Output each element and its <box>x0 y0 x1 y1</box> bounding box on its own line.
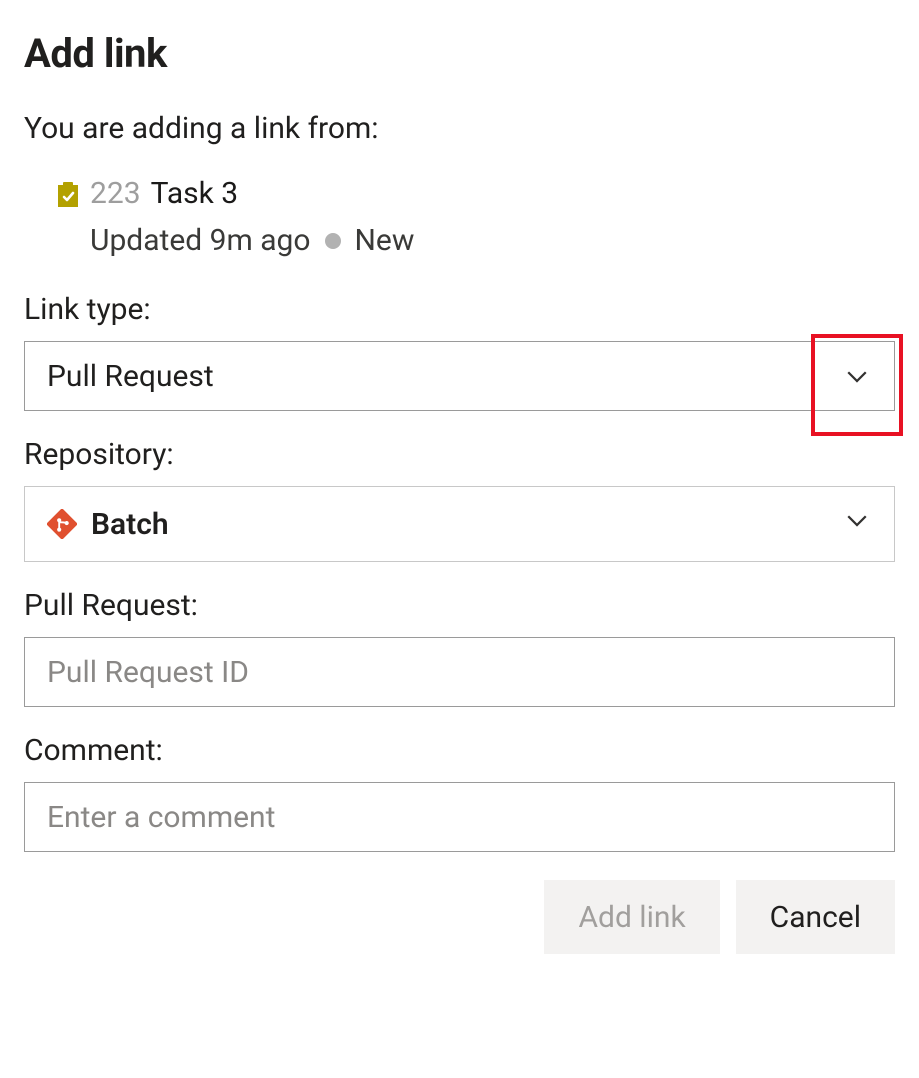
task-icon <box>56 180 80 208</box>
work-item-id: 223 <box>90 174 141 213</box>
repository-value: Batch <box>91 507 169 542</box>
comment-label: Comment: <box>24 733 895 768</box>
chevron-down-icon <box>842 361 872 391</box>
repository-select[interactable]: Batch <box>24 486 895 562</box>
link-type-field: Link type: Pull Request <box>24 292 895 411</box>
chevron-down-icon <box>842 505 872 543</box>
work-item-name: Task 3 <box>151 174 239 213</box>
comment-field: Comment: <box>24 733 895 852</box>
dialog-title: Add link <box>24 30 895 77</box>
add-link-button[interactable]: Add link <box>544 880 719 954</box>
pull-request-input[interactable] <box>24 637 895 707</box>
pull-request-label: Pull Request: <box>24 588 895 623</box>
dialog-buttons: Add link Cancel <box>24 880 895 954</box>
link-type-select[interactable]: Pull Request <box>24 341 895 411</box>
lead-text: You are adding a link from: <box>24 111 895 146</box>
link-type-label: Link type: <box>24 292 895 327</box>
work-item-state: New <box>355 223 415 258</box>
repository-label: Repository: <box>24 437 895 472</box>
work-item-updated: Updated 9m ago <box>90 223 311 258</box>
link-type-value: Pull Request <box>47 359 214 394</box>
work-item-summary: 223 Task 3 Updated 9m ago New <box>24 174 895 258</box>
comment-input[interactable] <box>24 782 895 852</box>
cancel-button[interactable]: Cancel <box>736 880 895 954</box>
repository-field: Repository: Batch <box>24 437 895 562</box>
git-repo-icon <box>47 509 77 539</box>
add-link-dialog: Add link You are adding a link from: 223… <box>0 0 919 978</box>
work-item-line-2: Updated 9m ago New <box>56 223 895 258</box>
work-item-line-1: 223 Task 3 <box>56 174 895 213</box>
state-dot-icon <box>325 233 341 249</box>
pull-request-field: Pull Request: <box>24 588 895 707</box>
